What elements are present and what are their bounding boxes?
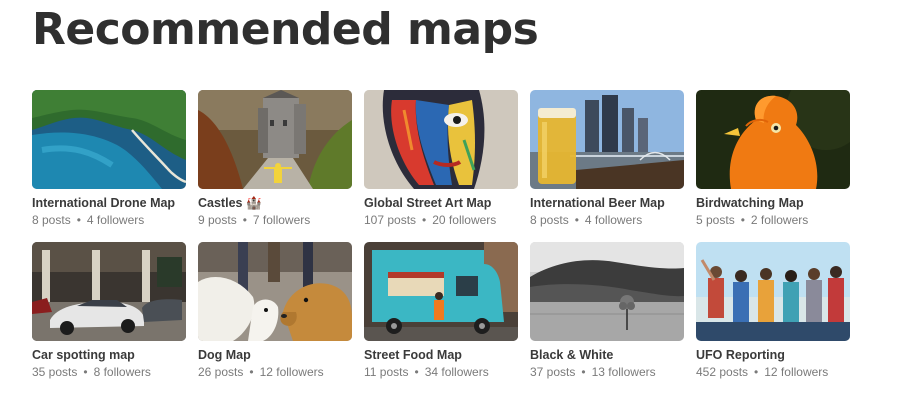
follower-count: 12 followers bbox=[764, 365, 829, 379]
follower-count: 13 followers bbox=[591, 365, 656, 379]
map-stats: 452 posts • 12 followers bbox=[696, 365, 850, 380]
orange-bird-image[interactable] bbox=[696, 90, 850, 189]
map-stats: 26 posts • 12 followers bbox=[198, 365, 352, 380]
post-count: 107 posts bbox=[364, 213, 417, 227]
map-title[interactable]: International Drone Map bbox=[32, 196, 186, 211]
follower-count: 4 followers bbox=[584, 213, 643, 227]
post-count: 37 posts bbox=[530, 365, 576, 379]
follower-count: 8 followers bbox=[93, 365, 151, 379]
map-card-dog[interactable]: Dog Map 26 posts • 12 followers bbox=[198, 242, 352, 380]
map-stats: 5 posts • 2 followers bbox=[696, 213, 850, 228]
post-count: 35 posts bbox=[32, 365, 78, 379]
castle-image[interactable] bbox=[198, 90, 352, 189]
separator-dot: • bbox=[242, 213, 247, 227]
street-art-face-image[interactable] bbox=[364, 90, 518, 189]
map-stats: 107 posts • 20 followers bbox=[364, 213, 518, 228]
map-stats: 8 posts • 4 followers bbox=[530, 213, 684, 228]
map-title[interactable]: Dog Map bbox=[198, 348, 352, 363]
separator-dot: • bbox=[574, 213, 579, 227]
bw-landscape-image[interactable] bbox=[530, 242, 684, 341]
map-title[interactable]: Castles 🏰 bbox=[198, 196, 352, 211]
post-count: 26 posts bbox=[198, 365, 244, 379]
dogs-image[interactable] bbox=[198, 242, 352, 341]
map-stats: 35 posts • 8 followers bbox=[32, 365, 186, 380]
follower-count: 4 followers bbox=[86, 213, 145, 227]
map-card-birdwatching[interactable]: Birdwatching Map 5 posts • 2 followers bbox=[696, 90, 850, 228]
separator-dot: • bbox=[581, 365, 586, 379]
post-count: 11 posts bbox=[364, 365, 409, 379]
separator-dot: • bbox=[740, 213, 745, 227]
map-card-car-spotting[interactable]: Car spotting map 35 posts • 8 followers bbox=[32, 242, 186, 380]
map-title[interactable]: UFO Reporting bbox=[696, 348, 850, 363]
follower-count: 2 followers bbox=[750, 213, 809, 227]
map-title[interactable]: International Beer Map bbox=[530, 196, 684, 211]
separator-dot: • bbox=[249, 365, 254, 379]
group-people-image[interactable] bbox=[696, 242, 850, 341]
map-card-global-street-art[interactable]: Global Street Art Map 107 posts • 20 follo… bbox=[364, 90, 518, 228]
post-count: 8 posts bbox=[530, 213, 569, 227]
map-card-street-food[interactable]: Street Food Map 11 posts • 34 followers bbox=[364, 242, 518, 380]
map-title[interactable]: Global Street Art Map bbox=[364, 196, 518, 211]
separator-dot: • bbox=[422, 213, 427, 227]
follower-count: 34 followers bbox=[424, 365, 489, 379]
map-title[interactable]: Black & White bbox=[530, 348, 684, 363]
follower-count: 7 followers bbox=[252, 213, 311, 227]
food-truck-image[interactable] bbox=[364, 242, 518, 341]
beer-glass-city-image[interactable] bbox=[530, 90, 684, 189]
post-count: 5 posts bbox=[696, 213, 735, 227]
post-count: 9 posts bbox=[198, 213, 237, 227]
maps-grid: International Drone Map 8 posts • 4 follow… bbox=[32, 90, 852, 380]
supercar-image[interactable] bbox=[32, 242, 186, 341]
separator-dot: • bbox=[83, 365, 88, 379]
map-card-black-and-white[interactable]: Black & White 37 posts • 13 followers bbox=[530, 242, 684, 380]
post-count: 452 posts bbox=[696, 365, 749, 379]
map-title[interactable]: Street Food Map bbox=[364, 348, 518, 363]
aerial-coast-image[interactable] bbox=[32, 90, 186, 189]
follower-count: 12 followers bbox=[259, 365, 324, 379]
separator-dot: • bbox=[754, 365, 759, 379]
map-stats: 11 posts • 34 followers bbox=[364, 365, 518, 380]
separator-dot: • bbox=[76, 213, 81, 227]
castle-icon: 🏰 bbox=[245, 196, 262, 210]
follower-count: 20 followers bbox=[432, 213, 497, 227]
map-stats: 37 posts • 13 followers bbox=[530, 365, 684, 380]
map-card-international-beer[interactable]: International Beer Map 8 posts • 4 followe… bbox=[530, 90, 684, 228]
post-count: 8 posts bbox=[32, 213, 71, 227]
map-title[interactable]: Birdwatching Map bbox=[696, 196, 850, 211]
map-stats: 8 posts • 4 followers bbox=[32, 213, 186, 228]
map-card-castles[interactable]: Castles 🏰 9 posts • 7 followers bbox=[198, 90, 352, 228]
map-card-international-drone[interactable]: International Drone Map 8 posts • 4 follow… bbox=[32, 90, 186, 228]
map-card-ufo-reporting[interactable]: UFO Reporting 452 posts • 12 followers bbox=[696, 242, 850, 380]
map-title[interactable]: Car spotting map bbox=[32, 348, 186, 363]
separator-dot: • bbox=[414, 365, 419, 379]
map-stats: 9 posts • 7 followers bbox=[198, 213, 352, 228]
page-title: Recommended maps bbox=[32, 4, 539, 55]
